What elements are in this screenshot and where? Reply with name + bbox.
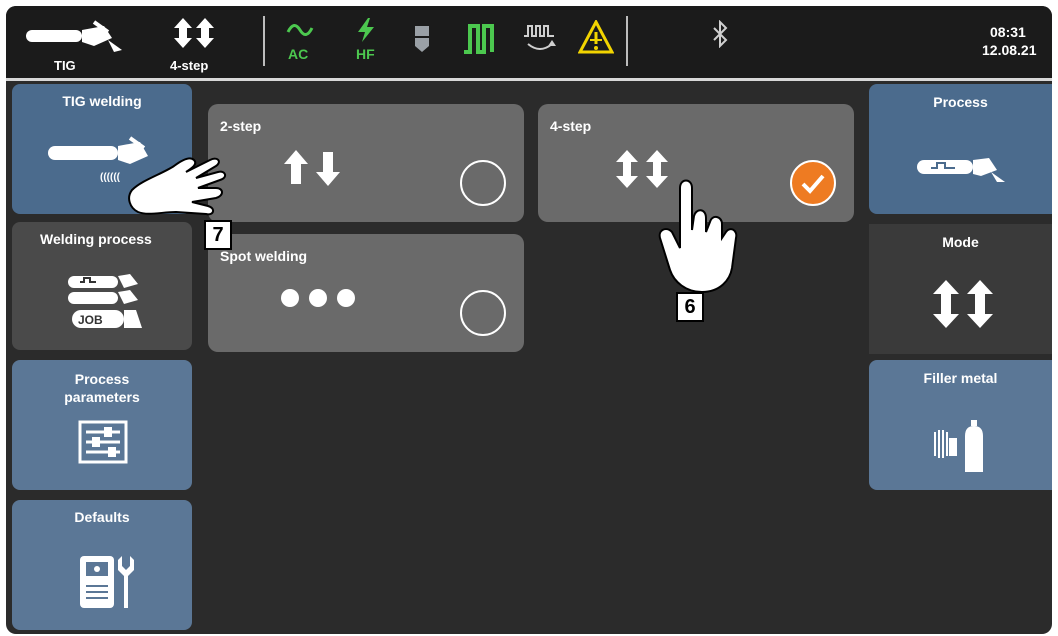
divider [263, 16, 265, 66]
two-step-icon [282, 148, 346, 193]
sliders-icon [78, 420, 128, 469]
cycle-pulse-icon [520, 18, 560, 63]
card-label: Spot welding [220, 248, 308, 264]
right-item-label: Mode [942, 234, 979, 250]
right-item-filler-metal[interactable]: Filler metal [869, 360, 1052, 490]
ac-label: AC [288, 46, 309, 62]
radio-button[interactable] [460, 160, 506, 206]
tig-torch-icon[interactable] [24, 18, 124, 59]
right-item-mode[interactable]: Mode [869, 224, 1052, 354]
sidebar-item-welding-process[interactable]: Welding process JOB [12, 222, 192, 350]
clock-time: 08:31 [990, 24, 1026, 40]
bluetooth-icon[interactable] [710, 19, 730, 53]
welder-wrench-icon [78, 552, 136, 617]
spot-dots-icon [280, 288, 360, 313]
radio-button-checked[interactable] [790, 160, 836, 206]
radio-button[interactable] [460, 290, 506, 336]
right-item-process[interactable]: Process [869, 84, 1052, 214]
status-bar-divider [6, 78, 1052, 81]
card-label: 4-step [550, 118, 592, 134]
ac-wave-icon [286, 20, 314, 45]
four-step-icon [931, 278, 995, 335]
hf-label: HF [356, 46, 375, 62]
process-torch-icon [915, 154, 1007, 189]
right-item-label: Filler metal [923, 370, 998, 386]
option-card-spot-welding[interactable]: Spot welding [208, 234, 524, 352]
right-item-label: Process [933, 94, 988, 110]
job-badge: JOB [78, 313, 103, 327]
option-card-2-step[interactable]: 2-step [208, 104, 524, 222]
warning-icon [577, 18, 615, 59]
status-bar: TIG 4-step AC HF 08:31 12.08.21 [6, 6, 1052, 78]
sidebar-item-label: Process parameters [64, 371, 140, 405]
sidebar-item-label: Defaults [74, 509, 130, 525]
welding-screen: TIG 4-step AC HF 08:31 12.08.21 TIG weld… [6, 6, 1052, 634]
hand-pointer-icon [652, 176, 742, 301]
sidebar-item-defaults[interactable]: Defaults [12, 500, 192, 630]
divider [626, 16, 628, 66]
lightning-icon [356, 18, 376, 47]
wire-spool-gas-icon [931, 416, 995, 479]
electrode-icon [412, 24, 432, 59]
mode-label: 4-step [170, 58, 209, 73]
card-label: 2-step [220, 118, 262, 134]
process-label: TIG [54, 58, 76, 73]
sidebar-item-label: TIG welding [62, 93, 142, 109]
pulse-icon [462, 22, 496, 61]
four-step-icon[interactable] [172, 16, 218, 55]
svg-text:((((((: (((((( [100, 172, 121, 183]
clock-date: 12.08.21 [982, 42, 1037, 58]
checkmark-icon [801, 174, 825, 194]
callout-6: 6 [676, 292, 704, 322]
callout-7: 7 [204, 220, 232, 250]
sidebar-item-process-parameters[interactable]: Process parameters [12, 360, 192, 490]
